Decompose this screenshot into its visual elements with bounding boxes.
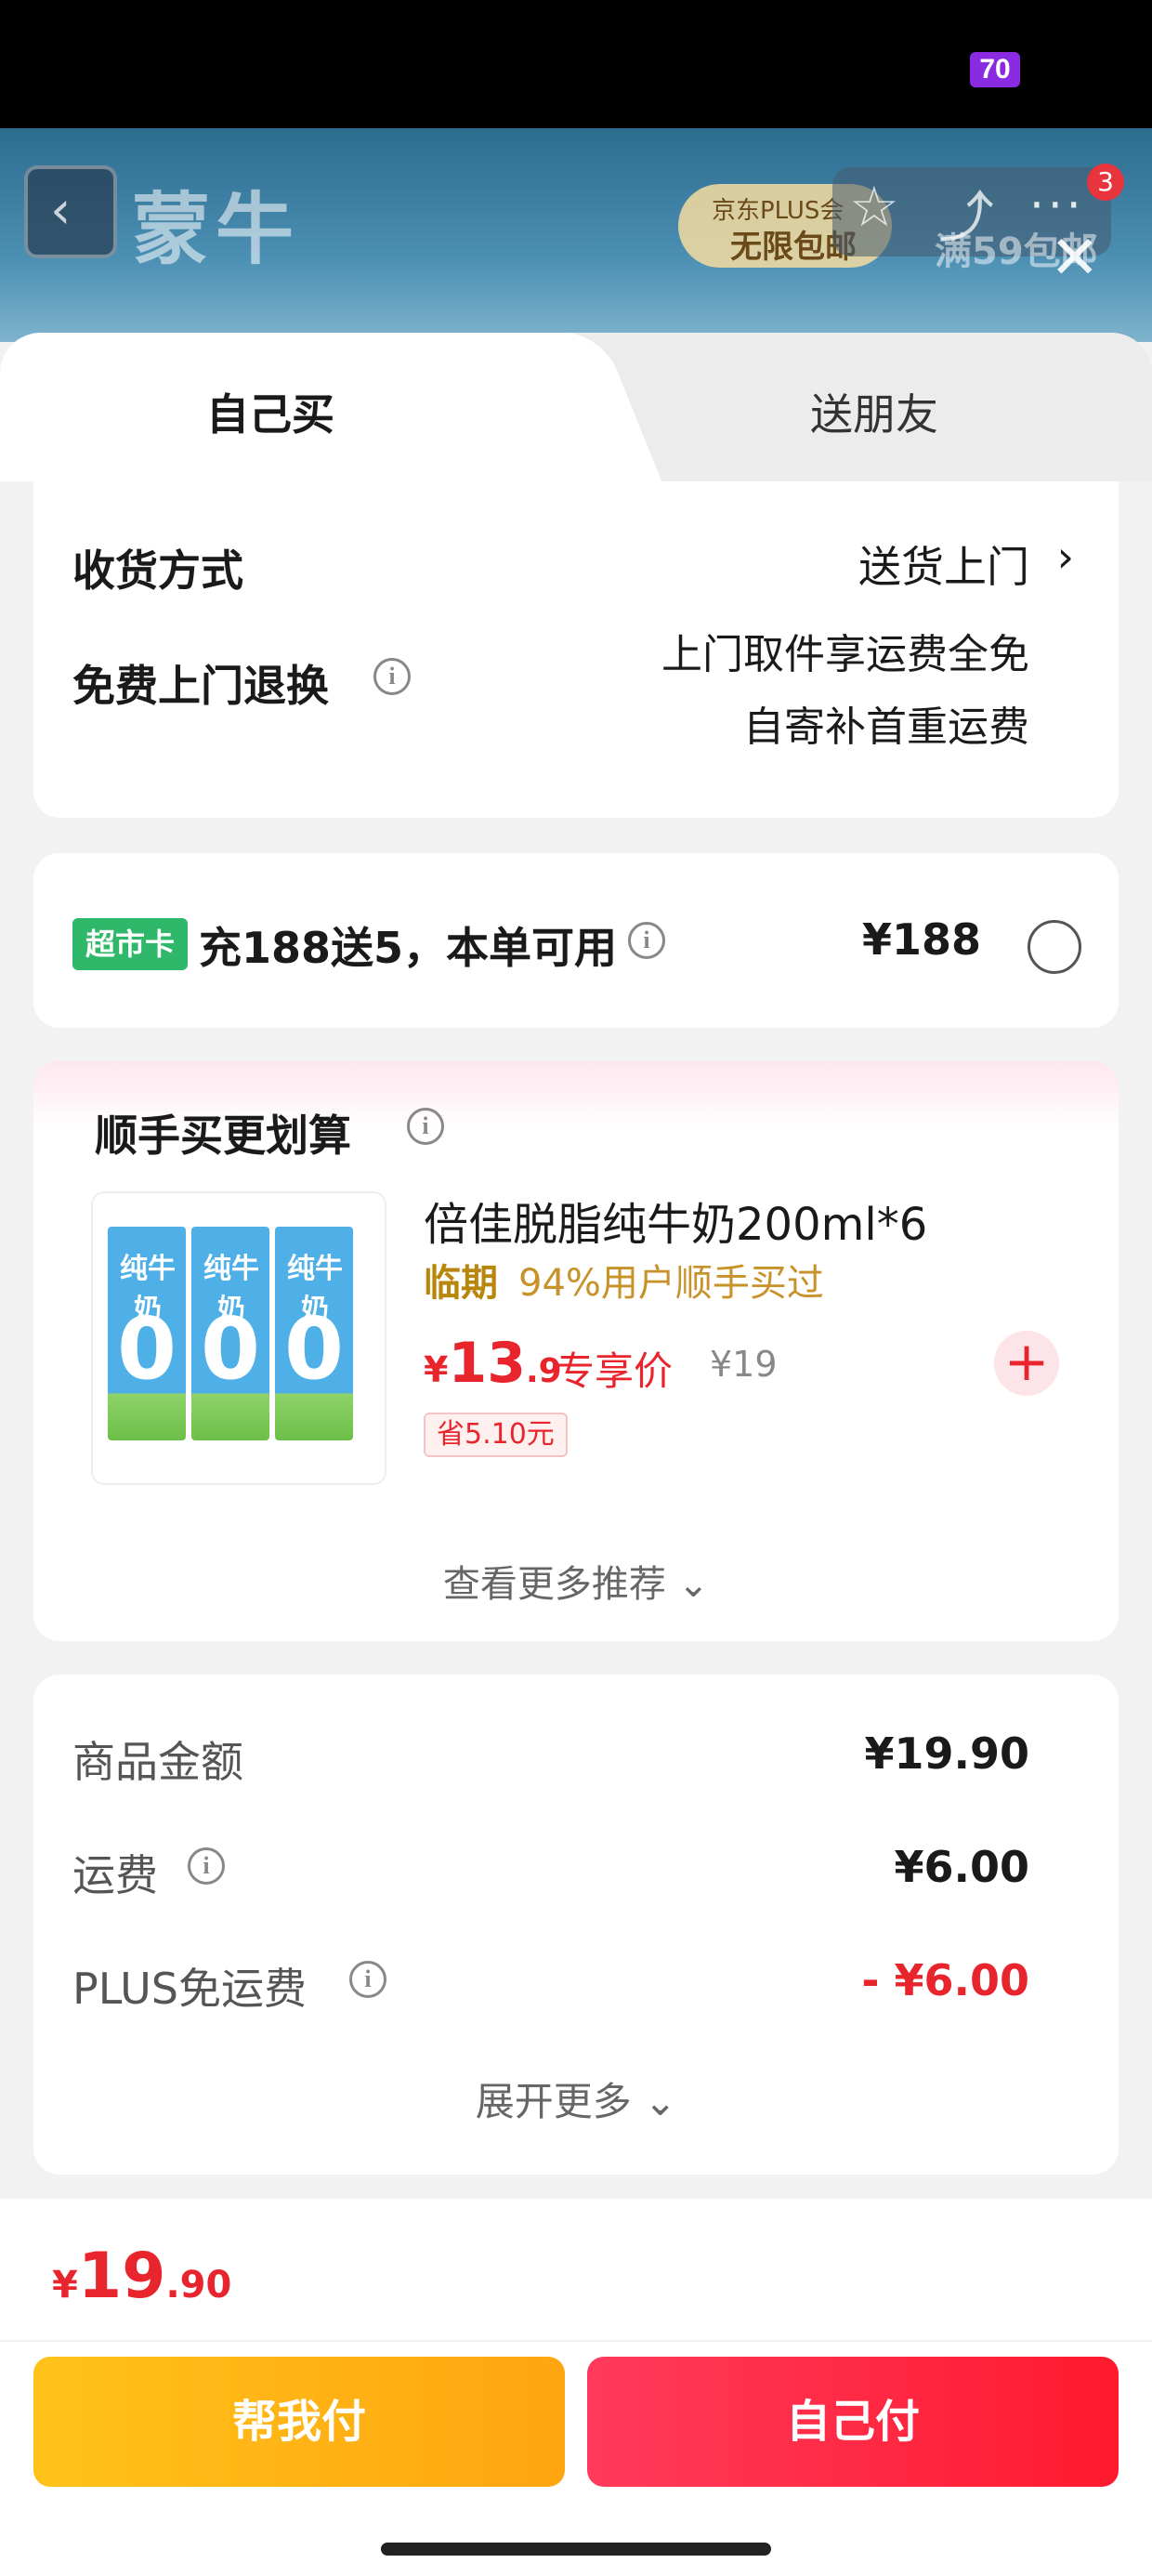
- addon-recommendation-card: 顺手买更划算 i 纯牛奶 0 纯牛奶 0 纯牛奶 0 倍佳脱脂纯牛奶200ml*6 临…: [33, 1061, 1119, 1641]
- total-decimal: .90: [165, 2264, 232, 2307]
- back-arrow-icon: ‹: [50, 180, 72, 241]
- fee-label-shipping: 运费: [72, 1850, 158, 1900]
- free-return-line1: 上门取件享运费全免: [661, 631, 1029, 678]
- help-me-pay-button[interactable]: 帮我付: [33, 2357, 565, 2487]
- tab-self-buy-label[interactable]: 自己买: [206, 381, 334, 442]
- buy-rate-text: 94%用户顺手买过: [518, 1262, 824, 1305]
- free-return-line2: 自寄补首重运费: [743, 703, 1029, 751]
- supermarket-card-offer[interactable]: 超市卡 充188送5，本单可用 i ¥188: [33, 853, 1119, 1028]
- tab-gift-friend[interactable]: 送朋友: [810, 381, 938, 442]
- milk-carton: 纯牛奶 0: [275, 1227, 353, 1440]
- price-symbol: ¥: [424, 1349, 449, 1390]
- addon-title: 顺手买更划算: [95, 1111, 351, 1161]
- offer-text: 充188送5，本单可用: [199, 923, 618, 973]
- product-image[interactable]: 纯牛奶 0 纯牛奶 0 纯牛奶 0: [91, 1191, 386, 1485]
- product-name[interactable]: 倍佳脱脂纯牛奶200ml*6: [424, 1188, 927, 1253]
- expand-more-label: 展开更多: [475, 2079, 632, 2124]
- fee-value-goods: ¥19.90: [864, 1728, 1029, 1779]
- background-page-header: ‹ 蒙牛 京东PLUS会 无限包邮 ☆ ⤴ ··· 满59包邮 3 ✕: [0, 128, 1152, 342]
- delivery-method-label: 收货方式: [72, 545, 243, 596]
- total-integer: 19: [77, 2240, 166, 2313]
- divider: [0, 2340, 1152, 2342]
- milk-carton: 纯牛奶 0: [108, 1227, 186, 1440]
- expand-more-link[interactable]: 展开更多 ⌄: [33, 2070, 1119, 2127]
- exclusive-price-label: 专享价: [556, 1348, 674, 1394]
- battery-indicator: 70: [970, 52, 1020, 87]
- free-return-label: 免费上门退换: [72, 661, 329, 711]
- more-recommendations-link[interactable]: 查看更多推荐 ⌄: [33, 1554, 1119, 1608]
- offer-price: ¥188: [861, 914, 981, 965]
- milk-carton: 纯牛奶 0: [191, 1227, 269, 1440]
- info-icon[interactable]: i: [628, 922, 665, 959]
- bottom-pay-bar: ¥19.90 帮我付 自己付: [0, 2199, 1152, 2576]
- home-indicator[interactable]: [381, 2543, 771, 2556]
- close-icon[interactable]: ✕: [1050, 229, 1100, 288]
- fee-value-plus-discount: - ¥6.00: [861, 1955, 1029, 2005]
- fee-label-goods: 商品金额: [72, 1737, 243, 1787]
- offer-radio[interactable]: [1028, 920, 1081, 974]
- star-icon: ☆: [849, 175, 899, 240]
- chevron-down-icon: ⌄: [677, 1563, 710, 1606]
- cart-badge: 3: [1087, 164, 1124, 201]
- savings-badge: 省5.10元: [424, 1413, 568, 1457]
- supermarket-card-tag: 超市卡: [72, 918, 188, 970]
- fee-label-plus-discount: PLUS免运费: [72, 1964, 307, 2014]
- price-integer: 13: [448, 1331, 526, 1396]
- fee-summary-card: 商品金额 ¥19.90 运费 i ¥6.00 PLUS免运费 i - ¥6.00…: [33, 1675, 1119, 2175]
- add-to-order-button[interactable]: +: [994, 1331, 1059, 1396]
- delivery-method-value[interactable]: 送货上门: [858, 533, 1029, 595]
- product-price: ¥13.9: [424, 1331, 562, 1396]
- near-expiry-badge: 临期: [424, 1262, 498, 1305]
- pay-myself-button[interactable]: 自己付: [587, 2357, 1119, 2487]
- total-price: ¥19.90: [52, 2240, 231, 2313]
- fee-value-shipping: ¥6.00: [894, 1842, 1029, 1892]
- total-symbol: ¥: [52, 2264, 78, 2307]
- chevron-down-icon: ⌄: [644, 2079, 677, 2124]
- info-icon[interactable]: i: [407, 1108, 444, 1145]
- original-price: ¥19: [710, 1344, 778, 1385]
- chevron-right-icon[interactable]: ›: [1057, 532, 1074, 582]
- status-bar: 70: [0, 0, 1152, 128]
- info-icon[interactable]: i: [349, 1961, 386, 1998]
- info-icon[interactable]: i: [188, 1847, 225, 1885]
- brand-name: 蒙牛: [132, 184, 300, 275]
- more-recommendations-label: 查看更多推荐: [442, 1563, 666, 1606]
- tab-bar: 自己买 送朋友: [0, 333, 1152, 481]
- info-icon[interactable]: i: [373, 658, 411, 695]
- delivery-card: 收货方式 送货上门 › 免费上门退换 i 上门取件享运费全免 自寄补首重运费: [33, 481, 1119, 818]
